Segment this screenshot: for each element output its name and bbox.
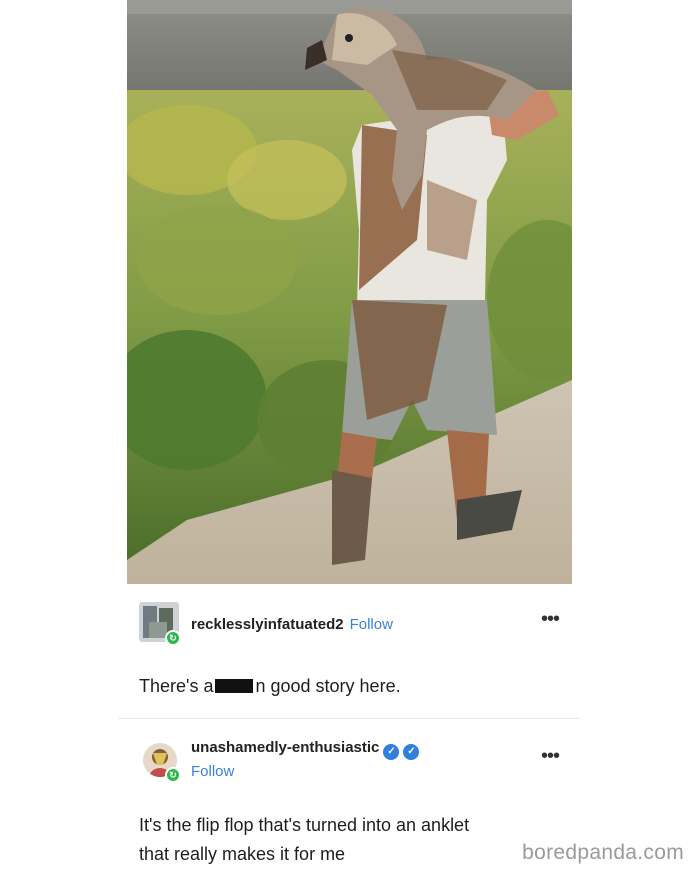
verified-badge-icon: ✓ [383,744,400,760]
post-text-line-2: that really makes it for me [139,844,346,864]
post-header: ↻ recklesslyinfatuated2 Follow ••• [139,598,560,648]
divider [118,718,580,719]
post-text: There's a n good story here. [139,672,559,701]
avatar[interactable]: ↻ [139,602,181,646]
reblog-badge-icon: ↻ [165,767,181,783]
post-text-before: There's a [139,676,214,696]
redaction-bar [215,679,254,693]
avatar[interactable]: ↻ [139,739,181,783]
username[interactable]: recklesslyinfatuated2 [191,616,344,633]
reblog-badge-icon: ↻ [165,630,181,646]
username[interactable]: unashamedly-enthusiastic [191,739,379,756]
post-header: ↻ unashamedly-enthusiastic ✓ ✓ Follow ••• [139,735,560,785]
watermark: boredpanda.com [522,841,684,864]
follow-button[interactable]: Follow [350,616,393,633]
more-options-icon[interactable]: ••• [541,608,560,631]
reply-post-1: ↻ recklesslyinfatuated2 Follow ••• There'… [139,598,560,701]
reply-post-2: ↻ unashamedly-enthusiastic ✓ ✓ Follow ••• … [139,735,560,869]
more-options-icon[interactable]: ••• [541,745,560,768]
follow-button[interactable]: Follow [191,763,234,780]
post-photo [127,0,572,584]
verified-badge-icon-2: ✓ [403,744,420,760]
post-text: It's the flip flop that's turned into an… [139,811,559,869]
post-text-after: n good story here. [255,676,401,696]
post-text-line-1: It's the flip flop that's turned into an… [139,815,470,835]
